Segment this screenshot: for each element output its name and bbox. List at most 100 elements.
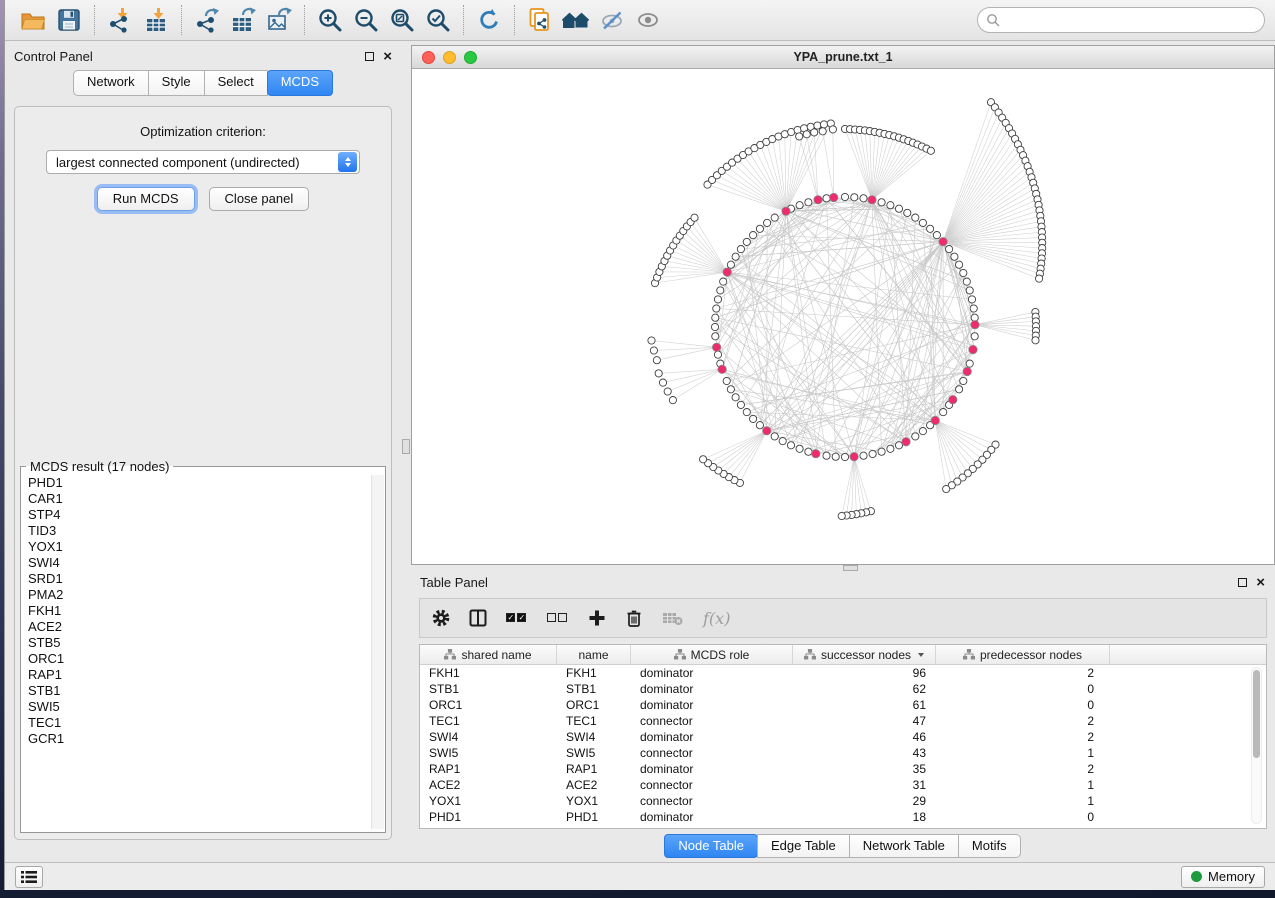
- cell-predecessor-nodes[interactable]: 2: [936, 666, 1110, 680]
- table-row[interactable]: PHD1PHD1dominator180: [420, 809, 1266, 825]
- result-list-item[interactable]: CAR1: [28, 491, 385, 507]
- cell-MCDS-role[interactable]: dominator: [631, 762, 793, 776]
- result-list-item[interactable]: STB5: [28, 635, 385, 651]
- cell-successor-nodes[interactable]: 62: [793, 682, 936, 696]
- network-titlebar[interactable]: YPA_prune.txt_1: [412, 46, 1274, 69]
- delete-column-button[interactable]: [625, 608, 643, 628]
- cell-successor-nodes[interactable]: 43: [793, 746, 936, 760]
- cell-name[interactable]: TEC1: [557, 714, 631, 728]
- result-list-item[interactable]: PHD1: [28, 475, 385, 491]
- cell-MCDS-role[interactable]: dominator: [631, 666, 793, 680]
- float-panel-icon[interactable]: [1238, 578, 1247, 587]
- cell-successor-nodes[interactable]: 31: [793, 778, 936, 792]
- refresh-button[interactable]: [471, 2, 507, 38]
- cell-successor-nodes[interactable]: 18: [793, 810, 936, 824]
- cell-shared-name[interactable]: ORC1: [420, 698, 557, 712]
- cell-MCDS-role[interactable]: connector: [631, 714, 793, 728]
- table-row[interactable]: FKH1FKH1dominator962: [420, 665, 1266, 681]
- cell-shared-name[interactable]: RAP1: [420, 762, 557, 776]
- mcds-node[interactable]: [971, 321, 979, 329]
- zoom-window-icon[interactable]: [464, 51, 477, 64]
- network-canvas[interactable]: [412, 69, 1274, 564]
- cell-predecessor-nodes[interactable]: 1: [936, 746, 1110, 760]
- mcds-node[interactable]: [763, 427, 771, 435]
- hide-all-columns-button[interactable]: [547, 609, 569, 627]
- column-header-shared-name[interactable]: shared name: [420, 645, 557, 664]
- table-row[interactable]: SWI5SWI5connector431: [420, 745, 1266, 761]
- cell-MCDS-role[interactable]: dominator: [631, 810, 793, 824]
- cell-successor-nodes[interactable]: 96: [793, 666, 936, 680]
- mcds-node[interactable]: [969, 345, 977, 353]
- close-window-icon[interactable]: [422, 51, 435, 64]
- run-mcds-button[interactable]: Run MCDS: [97, 187, 195, 211]
- table-settings-button[interactable]: [432, 609, 450, 627]
- splitter-grip[interactable]: [402, 439, 410, 454]
- cell-shared-name[interactable]: ACE2: [420, 778, 557, 792]
- result-list-item[interactable]: FKH1: [28, 603, 385, 619]
- search-field[interactable]: [977, 7, 1265, 33]
- cell-predecessor-nodes[interactable]: 0: [936, 698, 1110, 712]
- tab-select[interactable]: Select: [204, 70, 268, 96]
- result-list-item[interactable]: TEC1: [28, 715, 385, 731]
- table-row[interactable]: TEC1TEC1connector472: [420, 713, 1266, 729]
- mcds-node[interactable]: [814, 196, 822, 204]
- zoom-selected-button[interactable]: [420, 2, 456, 38]
- cell-MCDS-role[interactable]: dominator: [631, 682, 793, 696]
- zoom-fit-button[interactable]: [384, 2, 420, 38]
- result-list-item[interactable]: SWI4: [28, 555, 385, 571]
- table-row[interactable]: RAP1RAP1dominator352: [420, 761, 1266, 777]
- cell-name[interactable]: ACE2: [557, 778, 631, 792]
- column-header-name[interactable]: name: [557, 645, 631, 664]
- table-row[interactable]: ACE2ACE2connector311: [420, 777, 1266, 793]
- search-input[interactable]: [1005, 13, 1256, 27]
- mcds-node[interactable]: [949, 396, 957, 404]
- result-list-item[interactable]: ORC1: [28, 651, 385, 667]
- cell-name[interactable]: STB1: [557, 682, 631, 696]
- open-session-button[interactable]: [15, 2, 51, 38]
- result-list-item[interactable]: TID3: [28, 523, 385, 539]
- table-row[interactable]: SWI4SWI4dominator462: [420, 729, 1266, 745]
- mcds-node[interactable]: [902, 438, 910, 446]
- result-list-item[interactable]: YOX1: [28, 539, 385, 555]
- table-row[interactable]: ORC1ORC1dominator610: [420, 697, 1266, 713]
- cell-shared-name[interactable]: PHD1: [420, 810, 557, 824]
- tab-network-table[interactable]: Network Table: [849, 834, 959, 858]
- cell-shared-name[interactable]: SWI5: [420, 746, 557, 760]
- cell-successor-nodes[interactable]: 61: [793, 698, 936, 712]
- cell-successor-nodes[interactable]: 29: [793, 794, 936, 808]
- cell-shared-name[interactable]: TEC1: [420, 714, 557, 728]
- mcds-result-list[interactable]: PHD1CAR1STP4TID3YOX1SWI4SRD1PMA2FKH1ACE2…: [21, 474, 385, 830]
- cell-predecessor-nodes[interactable]: 0: [936, 810, 1110, 824]
- cell-MCDS-role[interactable]: connector: [631, 794, 793, 808]
- task-history-button[interactable]: [15, 866, 43, 888]
- cell-MCDS-role[interactable]: connector: [631, 778, 793, 792]
- float-panel-icon[interactable]: [365, 52, 374, 61]
- result-list-item[interactable]: SRD1: [28, 571, 385, 587]
- show-all-columns-button[interactable]: [506, 609, 528, 627]
- zoom-in-button[interactable]: [312, 2, 348, 38]
- clone-network-button[interactable]: [522, 2, 558, 38]
- network-graph[interactable]: [412, 69, 1274, 564]
- cell-predecessor-nodes[interactable]: 2: [936, 714, 1110, 728]
- result-list-item[interactable]: STP4: [28, 507, 385, 523]
- tab-motifs[interactable]: Motifs: [958, 834, 1021, 858]
- result-list-item[interactable]: GCR1: [28, 731, 385, 747]
- tab-mcds[interactable]: MCDS: [267, 70, 333, 96]
- cell-predecessor-nodes[interactable]: 0: [936, 682, 1110, 696]
- cell-name[interactable]: SWI4: [557, 730, 631, 744]
- result-list-item[interactable]: RAP1: [28, 667, 385, 683]
- cell-predecessor-nodes[interactable]: 1: [936, 778, 1110, 792]
- cell-predecessor-nodes[interactable]: 1: [936, 794, 1110, 808]
- column-view-button[interactable]: [469, 609, 487, 627]
- cell-successor-nodes[interactable]: 46: [793, 730, 936, 744]
- close-panel-icon[interactable]: ×: [1256, 578, 1265, 587]
- mcds-node[interactable]: [850, 453, 858, 461]
- close-panel-button[interactable]: Close panel: [209, 187, 310, 211]
- mcds-node[interactable]: [939, 238, 947, 246]
- cell-shared-name[interactable]: STB1: [420, 682, 557, 696]
- hide-details-button[interactable]: [594, 2, 630, 38]
- cell-shared-name[interactable]: FKH1: [420, 666, 557, 680]
- zoom-out-button[interactable]: [348, 2, 384, 38]
- cell-name[interactable]: SWI5: [557, 746, 631, 760]
- result-list-item[interactable]: PMA2: [28, 587, 385, 603]
